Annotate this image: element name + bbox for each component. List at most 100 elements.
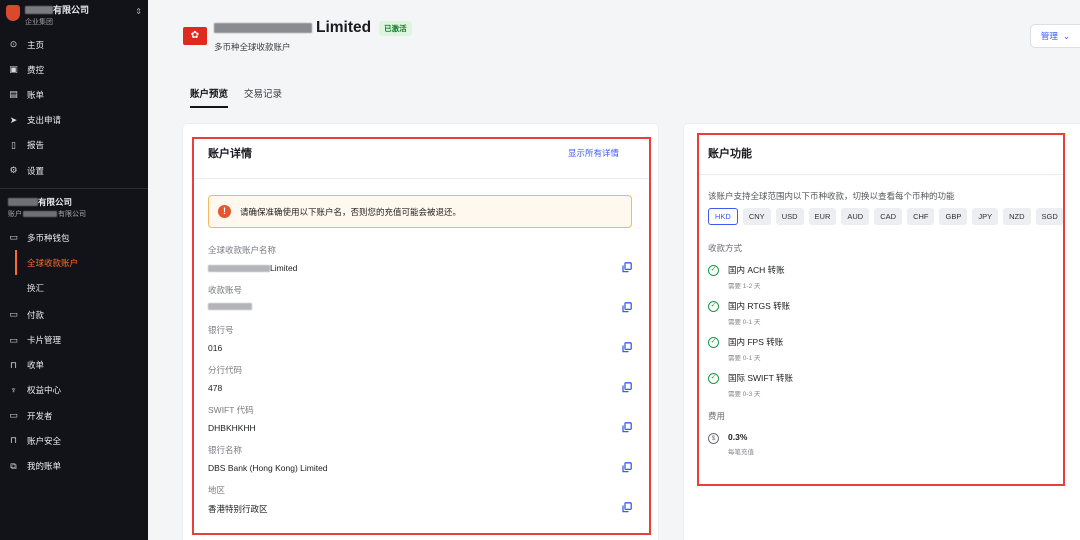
currency-chip[interactable]: NZD (1003, 208, 1031, 225)
copy-icon[interactable] (622, 422, 632, 433)
sidebar-item-expense[interactable]: ▣ 费控 (0, 57, 148, 82)
sidebar-item-reports[interactable]: ▯ 报告 (0, 133, 148, 158)
settings-icon: ⚙ (9, 165, 18, 176)
page-header: ✿ Limited 已激活 多币种全球收款账户 管理 ⌄ 账户预览 交易记录 (148, 0, 1080, 120)
sidebar-item-label: 卡片管理 (27, 335, 62, 346)
currency-chip[interactable]: USD (775, 208, 804, 225)
method-name: 国内 ACH 转账 (728, 265, 785, 275)
account-features-card (684, 124, 1080, 540)
currency-chip[interactable]: AUD (841, 208, 870, 225)
copy-icon[interactable] (622, 302, 632, 313)
field-value-text: 香港特别行政区 (208, 504, 268, 514)
org-name-text: 有限公司 (53, 5, 90, 15)
check-circle-icon: ✓ (708, 373, 719, 384)
copy-icon[interactable] (622, 382, 632, 393)
reports-icon: ▯ (11, 139, 16, 150)
show-all-details-link[interactable]: 显示所有详情 (568, 147, 619, 159)
sidebar-item-my-bills[interactable]: ⧉ 我的账单 (0, 453, 148, 478)
field-label: 地区 (208, 485, 226, 495)
bills-icon: ▤ (9, 89, 18, 100)
copy-icon[interactable] (622, 262, 632, 273)
sidebar-item-developer[interactable]: ▭ 开发者 (0, 403, 148, 428)
sidebar-item-label: 开发者 (27, 410, 53, 421)
copy-icon[interactable] (622, 502, 632, 513)
copy-icon[interactable] (622, 462, 632, 473)
sidebar-item-home[interactable]: ⊙ 主页 (0, 32, 148, 57)
org-switcher[interactable]: 有限公司 企业集团 ⇕ (0, 0, 148, 30)
sidebar-item-label: 账单 (27, 89, 45, 100)
home-icon: ⊙ (9, 39, 18, 50)
currency-chip[interactable]: GBP (939, 208, 968, 225)
manage-button[interactable]: 管理 ⌄ (1030, 24, 1080, 48)
field-label: 收款账号 (208, 285, 243, 295)
fee-value: 0.3% (728, 432, 748, 442)
cards-icon: ▭ (9, 334, 18, 345)
primary-nav: ⊙ 主页 ▣ 费控 ▤ 账单 ➤ 支出申请 ▯ 报告 ⚙ 设置 (0, 32, 148, 183)
manage-label: 管理 (1040, 31, 1058, 41)
sidebar-item-security[interactable]: ⊓ 账户安全 (0, 428, 148, 453)
sidebar-item-payments[interactable]: ▭ 付款 (0, 302, 148, 327)
account-info: 有限公司 账户 有限公司 (0, 194, 148, 225)
copy-icon[interactable] (622, 342, 632, 353)
receive-method: ✓ 国内 ACH 转账 需要 1-2 天 (708, 264, 785, 290)
field-value: DBS Bank (Hong Kong) Limited (208, 463, 632, 473)
method-time: 需要 0-1 天 (728, 355, 761, 362)
spend-request-icon: ➤ (9, 114, 18, 125)
page-title-text: Limited (316, 19, 372, 36)
currency-chip[interactable]: CNY (742, 208, 771, 225)
divider (0, 188, 148, 190)
method-name: 国际 SWIFT 转账 (728, 373, 794, 383)
field-label: 全球收款账户名称 (208, 245, 277, 255)
sidebar-item-acquiring[interactable]: ⊓ 收单 (0, 353, 148, 378)
sidebar-item-label: 支出申请 (27, 115, 62, 126)
currency-chip[interactable]: CAD (874, 208, 903, 225)
account-details-title: 账户详情 (208, 148, 252, 160)
sidebar-item-label: 费控 (27, 64, 45, 75)
sidebar-item-fx[interactable]: 换汇 (0, 275, 148, 300)
payments-icon: ▭ (9, 309, 18, 320)
my-bills-icon: ⧉ (10, 460, 17, 471)
currency-chip[interactable]: EUR (808, 208, 837, 225)
receive-method: ✓ 国际 SWIFT 转账 需要 0-3 天 (708, 372, 793, 398)
fee-note: 每笔充值 (728, 449, 754, 456)
features-intro: 该账户支持全球范围内以下币种收款，切换以查看每个币种的功能 (708, 191, 955, 201)
tab-transactions[interactable]: 交易记录 (244, 86, 282, 108)
currency-chips: HKD CNY USD EUR AUD CAD CHF GBP JPY NZD SGD (708, 208, 1064, 225)
methods-label: 收款方式 (708, 243, 743, 253)
sidebar-item-global-account[interactable]: 全球收款账户 (15, 250, 148, 276)
field-value-text: DHBKHKHH (208, 423, 256, 433)
detail-field: 银行名称 DBS Bank (Hong Kong) Limited (208, 444, 632, 473)
warning-text: 请确保准确使用以下账户名，否则您的充值可能会被退还。 (240, 206, 462, 217)
warning-banner: ! 请确保准确使用以下账户名，否则您的充值可能会被退还。 (208, 195, 632, 228)
currency-chip[interactable]: SGD (1035, 208, 1064, 225)
chevron-updown-icon[interactable]: ⇕ (135, 7, 142, 16)
masked-text (208, 264, 270, 272)
field-value: 香港特别行政区 (208, 503, 632, 515)
field-label: 银行名称 (208, 445, 243, 455)
field-value-text: 016 (208, 343, 223, 353)
sidebar-item-settings[interactable]: ⚙ 设置 (0, 158, 148, 183)
currency-chip[interactable]: CHF (907, 208, 935, 225)
detail-field: SWIFT 代码 DHBKHKHH (208, 404, 632, 433)
currency-chip[interactable]: JPY (972, 208, 999, 225)
field-value: 016 (208, 343, 632, 353)
tab-overview[interactable]: 账户预览 (190, 86, 229, 108)
sidebar-item-bills[interactable]: ▤ 账单 (0, 82, 148, 107)
detail-field: 收款账号 (208, 284, 632, 313)
sidebar-item-spend-request[interactable]: ➤ 支出申请 (0, 108, 148, 133)
field-value-text: DBS Bank (Hong Kong) Limited (208, 463, 328, 473)
hk-flag-icon: ✿ (183, 27, 207, 45)
receive-method: ✓ 国内 RTGS 转账 需要 0-1 天 (708, 300, 790, 326)
account-sub-suffix: 有限公司 (58, 211, 86, 219)
sidebar-item-label: 账户安全 (27, 435, 62, 446)
check-circle-icon: ✓ (708, 301, 719, 312)
sidebar-item-cards[interactable]: ▭ 卡片管理 (0, 328, 148, 353)
status-badge: 已激活 (379, 20, 412, 36)
sidebar-item-label: 设置 (27, 165, 45, 176)
field-label: 银行号 (208, 325, 234, 335)
page-subtitle: 多币种全球收款账户 (214, 42, 291, 52)
currency-chip[interactable]: HKD (708, 208, 738, 225)
sidebar-item-label: 多币种钱包 (27, 232, 70, 243)
sidebar-item-benefits[interactable]: ♆ 权益中心 (0, 378, 148, 403)
sidebar-item-wallet[interactable]: ▭ 多币种钱包 (0, 225, 148, 250)
